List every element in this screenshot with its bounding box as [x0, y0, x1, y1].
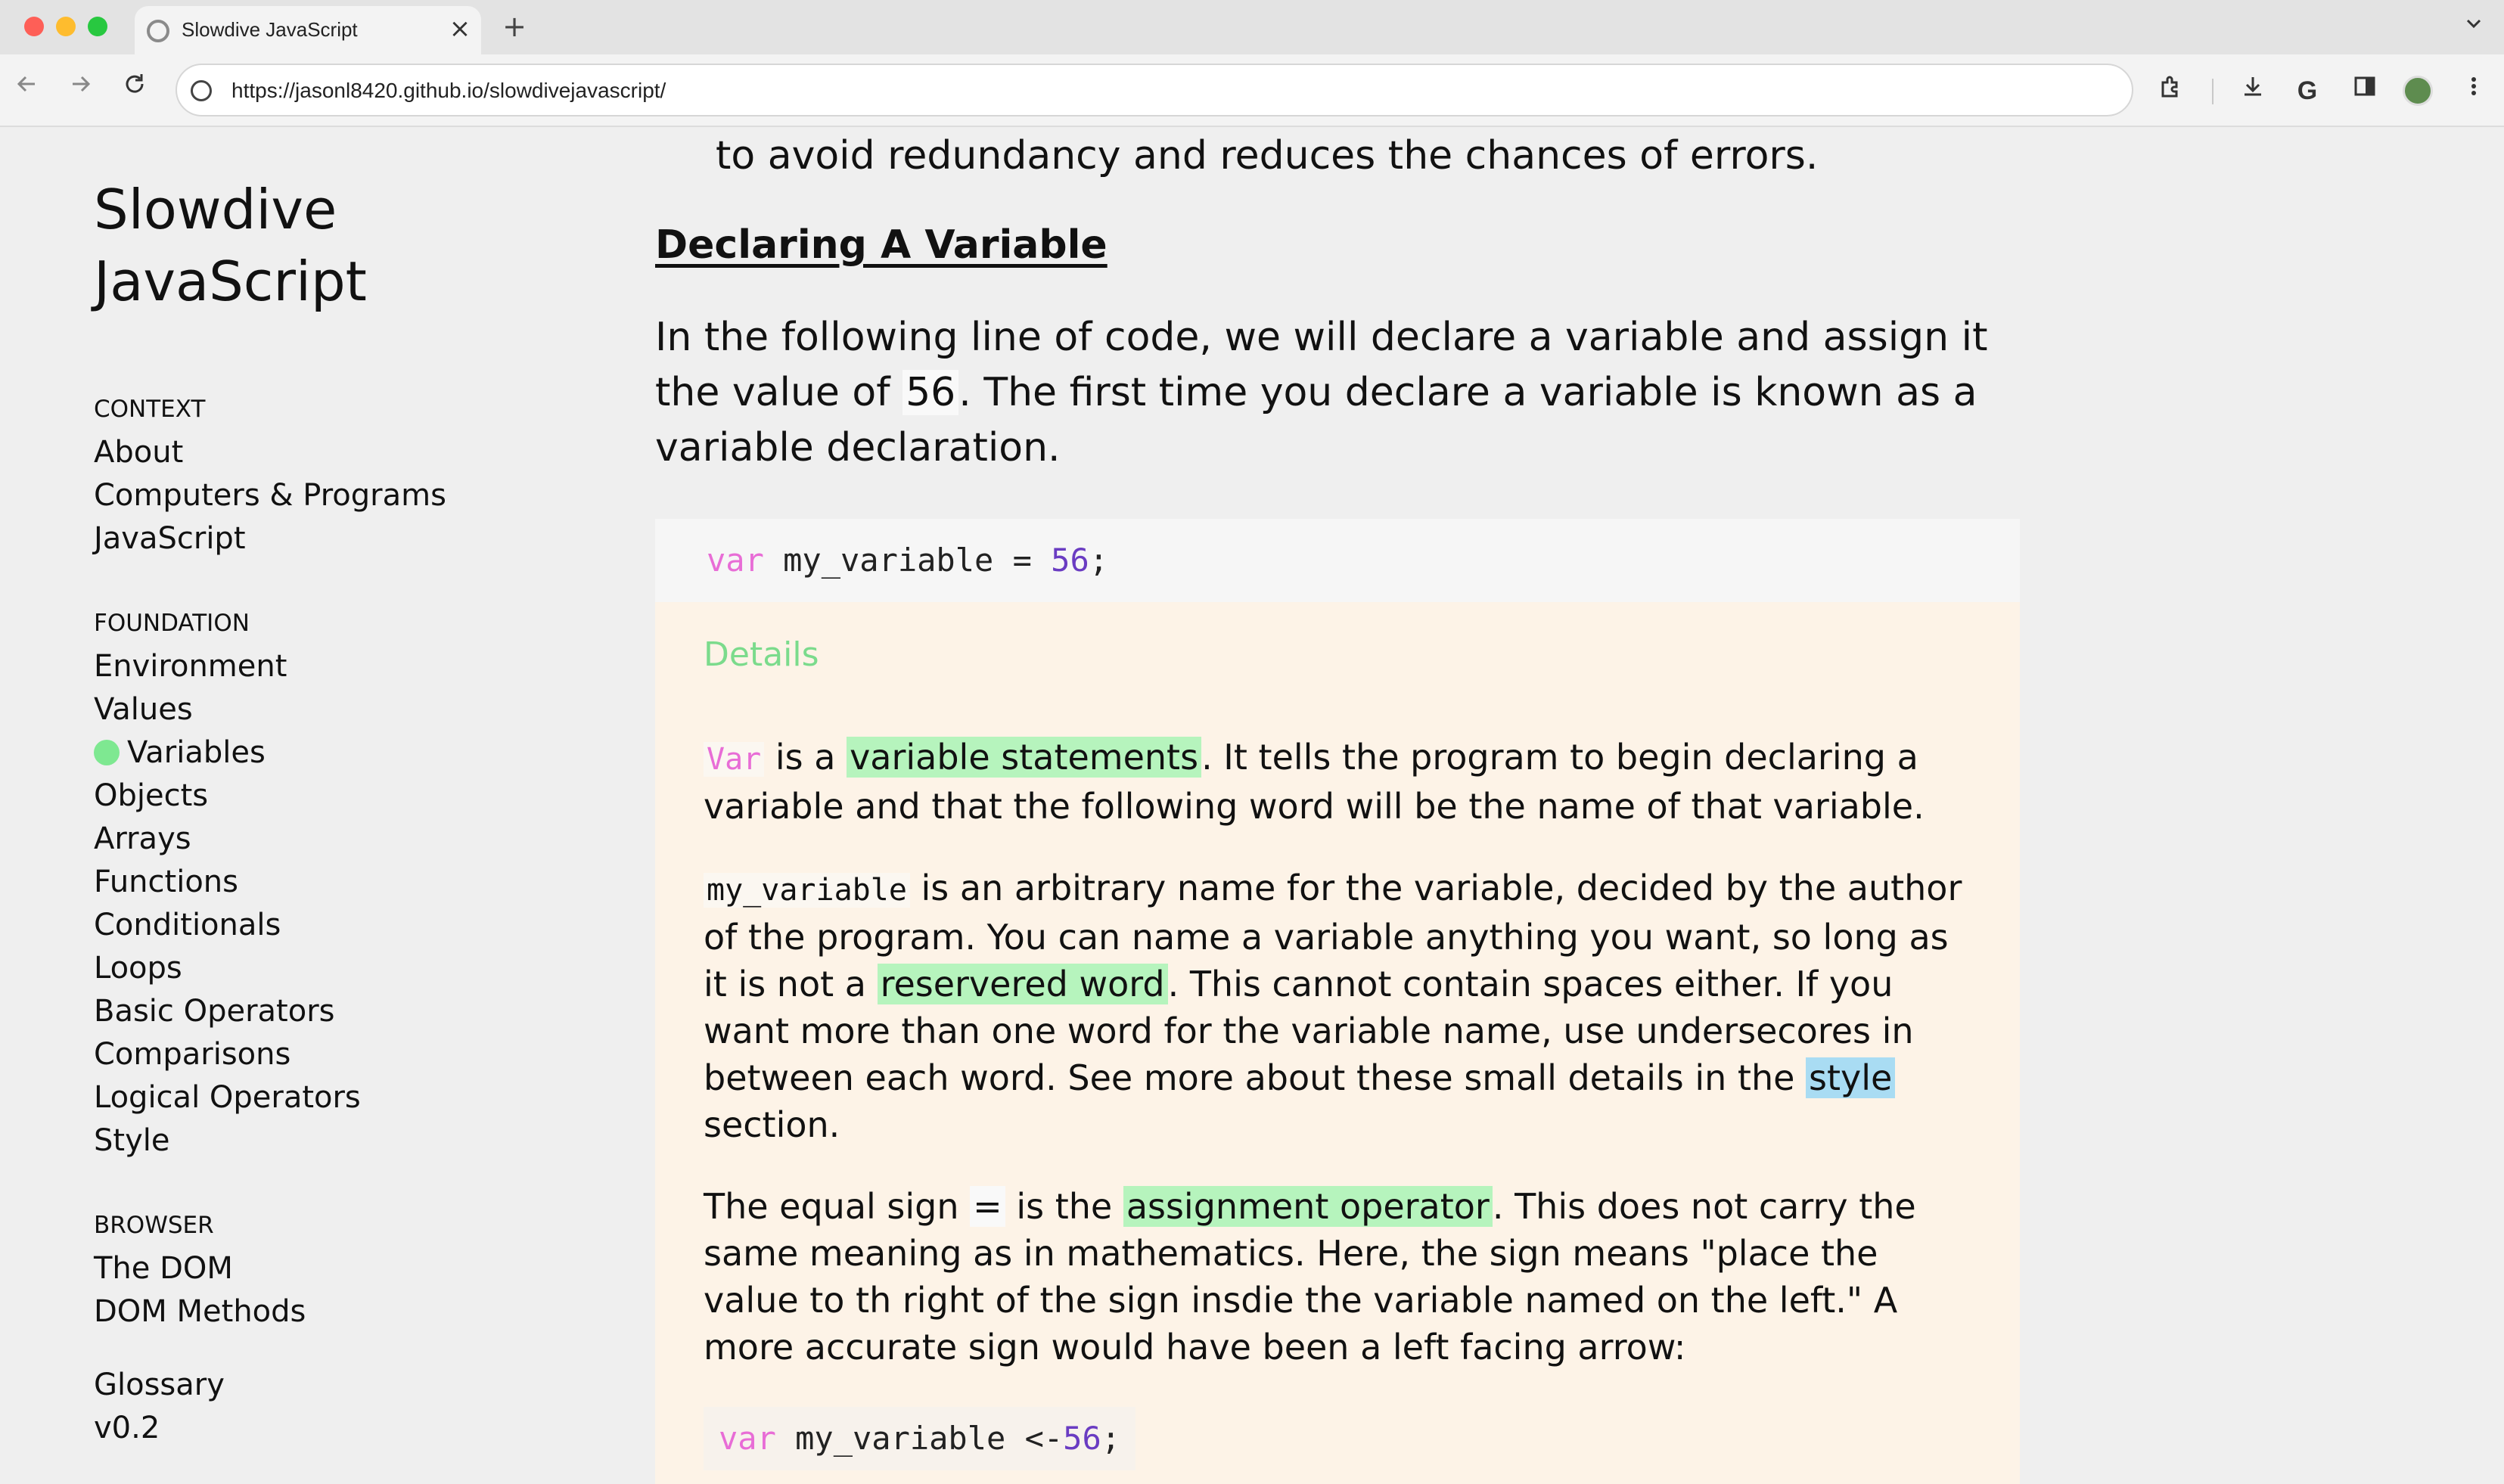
inline-code: my_variable [704, 873, 910, 908]
nav-item-javascript[interactable]: JavaScript [94, 517, 563, 560]
nav-section-footer: Glossary v0.2 [94, 1364, 563, 1450]
page: Slowdive JavaScript CONTEXT About Comput… [0, 129, 2504, 1484]
tab-title: Slowdive JavaScript [182, 18, 358, 41]
version-label: v0.2 [94, 1411, 160, 1445]
back-icon[interactable] [6, 68, 48, 110]
code-number: 56 [1051, 542, 1089, 579]
details-paragraph: Var is a variable statements. It tells t… [704, 734, 1971, 830]
glossary-term[interactable]: reservered word [877, 964, 1168, 1004]
nav-heading: FOUNDATION [94, 610, 250, 637]
minimize-window-button[interactable] [56, 17, 76, 36]
favicon-icon [147, 20, 169, 42]
profile-icon[interactable] [2403, 76, 2433, 106]
nav-item-glossary[interactable]: Glossary [94, 1364, 563, 1407]
nav-item-comparisons[interactable]: Comparisons [94, 1033, 563, 1076]
code-keyword: var [719, 1420, 776, 1457]
zoom-window-button[interactable] [88, 17, 107, 36]
nav-item-style[interactable]: Style [94, 1119, 563, 1163]
tab-close-button[interactable]: × [446, 14, 474, 44]
sidepanel-icon[interactable] [2345, 71, 2384, 110]
nav-item-dom-methods[interactable]: DOM Methods [94, 1290, 563, 1333]
url-text[interactable]: https://jasonl8420.github.io/slowdivejav… [231, 79, 666, 103]
section-heading: Declaring A Variable [655, 222, 1108, 268]
browser-tab[interactable]: Slowdive JavaScript × [135, 6, 481, 54]
nav-item-conditionals[interactable]: Conditionals [94, 904, 563, 947]
toolbar-divider [2212, 79, 2214, 104]
code-block: var my_variable = 56; [655, 519, 2020, 602]
code-keyword: var [707, 542, 764, 579]
new-tab-button[interactable]: + [496, 9, 533, 45]
nav-item-about[interactable]: About [94, 431, 563, 474]
nav-item-functions[interactable]: Functions [94, 861, 563, 904]
nav-item-values[interactable]: Values [94, 688, 563, 731]
site-title-line2: JavaScript [94, 250, 367, 313]
nav-item-variables[interactable]: Variables [94, 731, 563, 775]
intro-paragraph: In the following line of code, we will d… [655, 310, 2020, 476]
glossary-term[interactable]: assignment operator [1123, 1186, 1493, 1227]
google-icon[interactable]: G [2288, 71, 2327, 110]
browser-toolbar: https://jasonl8420.github.io/slowdivejav… [0, 54, 2504, 127]
sidebar: Slowdive JavaScript CONTEXT About Comput… [94, 174, 563, 1450]
code-punctuation: ; [1089, 542, 1109, 579]
code-number: 56 [1063, 1420, 1101, 1457]
extensions-icon[interactable] [2151, 71, 2191, 110]
intro-value: 56 [902, 370, 959, 415]
style-link[interactable]: style [1806, 1057, 1896, 1098]
previous-paragraph-tail: to avoid redundancy and reduces the chan… [716, 133, 1819, 179]
paragraph-text: section. [704, 1104, 840, 1145]
code-snippet: var my_variable <-56; [704, 1407, 1136, 1470]
nav-item-label: Variables [127, 735, 266, 770]
nav-item-arrays[interactable]: Arrays [94, 818, 563, 861]
menu-icon[interactable] [2454, 71, 2493, 110]
details-paragraph: The equal sign = is the assignment opera… [704, 1183, 1971, 1371]
site-title[interactable]: Slowdive JavaScript [94, 174, 563, 318]
paragraph-text: is a [764, 737, 847, 778]
details-toggle[interactable]: Details [704, 632, 1971, 678]
code-identifier: my_variable = [763, 542, 1052, 579]
reload-icon[interactable] [113, 68, 156, 110]
tab-bar: Slowdive JavaScript × + [0, 0, 2504, 54]
nav-section-browser: BROWSER The DOM DOM Methods [94, 1208, 563, 1333]
download-icon[interactable] [2233, 71, 2273, 110]
details-panel: Details Var is a variable statements. It… [655, 602, 2020, 1484]
nav-item-objects[interactable]: Objects [94, 775, 563, 818]
nav-item-the-dom[interactable]: The DOM [94, 1247, 563, 1290]
code-punctuation: ; [1101, 1420, 1121, 1457]
details-paragraph: my_variable is an arbitrary name for the… [704, 865, 1971, 1148]
active-indicator-icon [94, 740, 120, 765]
nav-section-context: CONTEXT About Computers & Programs JavaS… [94, 392, 563, 560]
nav-heading: BROWSER [94, 1212, 214, 1239]
nav-section-foundation: FOUNDATION Environment Values Variables … [94, 606, 563, 1163]
glossary-term[interactable]: variable statements [847, 737, 1202, 778]
code-identifier: my_variable <- [775, 1420, 1064, 1457]
nav-item-logical-operators[interactable]: Logical Operators [94, 1076, 563, 1119]
site-title-line1: Slowdive [94, 178, 337, 241]
site-info-icon[interactable] [191, 80, 212, 101]
paragraph-text: is the [1005, 1186, 1123, 1227]
nav-item-computers-programs[interactable]: Computers & Programs [94, 474, 563, 517]
nav-heading: CONTEXT [94, 396, 206, 423]
close-window-button[interactable] [24, 17, 44, 36]
tab-search-button[interactable] [2456, 9, 2492, 45]
address-bar[interactable]: https://jasonl8420.github.io/slowdivejav… [176, 64, 2133, 116]
paragraph-text: The equal sign [704, 1186, 971, 1227]
inline-code: = [970, 1186, 1005, 1227]
nav-item-basic-operators[interactable]: Basic Operators [94, 990, 563, 1033]
inline-code: Var [704, 742, 765, 777]
nav-item-environment[interactable]: Environment [94, 645, 563, 688]
nav-item-loops[interactable]: Loops [94, 947, 563, 990]
forward-icon[interactable] [59, 68, 101, 110]
